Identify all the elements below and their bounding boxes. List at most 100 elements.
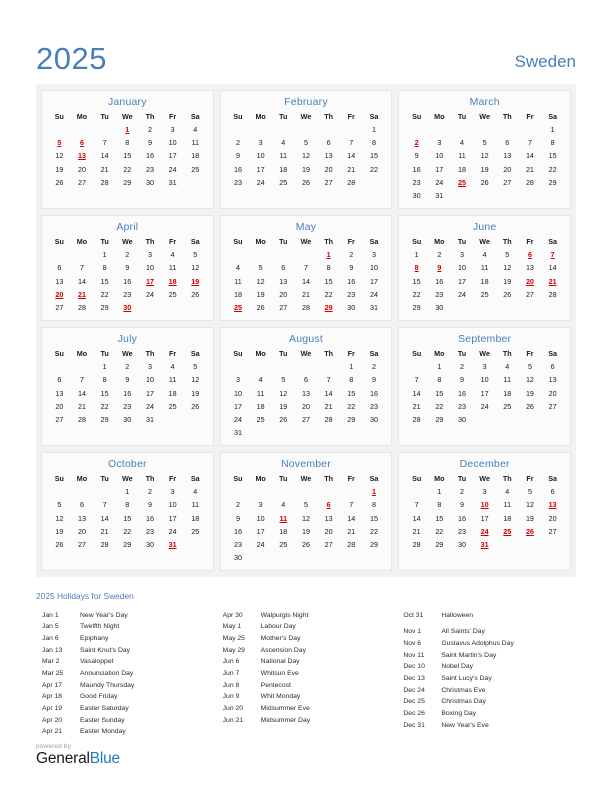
day-cell[interactable]: 18 bbox=[272, 163, 295, 176]
day-cell[interactable]: 19 bbox=[184, 386, 207, 399]
day-cell-holiday[interactable]: 1 bbox=[116, 123, 139, 136]
day-cell[interactable]: 2 bbox=[363, 360, 386, 373]
day-cell[interactable]: 4 bbox=[249, 373, 272, 386]
day-cell-holiday[interactable]: 25 bbox=[227, 301, 250, 314]
day-cell[interactable]: 2 bbox=[139, 123, 162, 136]
day-cell[interactable]: 22 bbox=[541, 163, 564, 176]
day-cell[interactable]: 28 bbox=[93, 538, 116, 551]
day-cell[interactable]: 9 bbox=[139, 498, 162, 511]
day-cell[interactable]: 22 bbox=[405, 288, 428, 301]
day-cell[interactable]: 28 bbox=[519, 176, 542, 189]
day-cell[interactable]: 17 bbox=[139, 386, 162, 399]
day-cell[interactable]: 6 bbox=[272, 261, 295, 274]
day-cell[interactable]: 1 bbox=[340, 360, 363, 373]
day-cell[interactable]: 13 bbox=[519, 261, 542, 274]
day-cell[interactable]: 24 bbox=[473, 400, 496, 413]
day-cell[interactable]: 7 bbox=[519, 136, 542, 149]
day-cell[interactable]: 30 bbox=[428, 301, 451, 314]
day-cell[interactable]: 26 bbox=[496, 288, 519, 301]
day-cell[interactable]: 18 bbox=[184, 512, 207, 525]
day-cell[interactable]: 24 bbox=[363, 288, 386, 301]
day-cell[interactable]: 30 bbox=[227, 551, 250, 564]
day-cell[interactable]: 9 bbox=[139, 136, 162, 149]
day-cell[interactable]: 4 bbox=[451, 136, 474, 149]
day-cell[interactable]: 18 bbox=[227, 288, 250, 301]
day-cell[interactable]: 22 bbox=[363, 525, 386, 538]
day-cell[interactable]: 12 bbox=[519, 498, 542, 511]
day-cell[interactable]: 29 bbox=[541, 176, 564, 189]
day-cell[interactable]: 25 bbox=[184, 163, 207, 176]
day-cell[interactable]: 26 bbox=[295, 176, 318, 189]
day-cell[interactable]: 2 bbox=[451, 485, 474, 498]
day-cell[interactable]: 8 bbox=[116, 136, 139, 149]
day-cell[interactable]: 15 bbox=[340, 386, 363, 399]
day-cell[interactable]: 30 bbox=[340, 301, 363, 314]
day-cell[interactable]: 13 bbox=[295, 386, 318, 399]
day-cell[interactable]: 24 bbox=[139, 400, 162, 413]
day-cell[interactable]: 13 bbox=[317, 149, 340, 162]
day-cell[interactable]: 10 bbox=[249, 512, 272, 525]
day-cell[interactable]: 2 bbox=[451, 360, 474, 373]
day-cell[interactable]: 7 bbox=[71, 261, 94, 274]
day-cell[interactable]: 29 bbox=[93, 301, 116, 314]
day-cell[interactable]: 7 bbox=[71, 373, 94, 386]
day-cell[interactable]: 27 bbox=[48, 413, 71, 426]
day-cell[interactable]: 27 bbox=[71, 176, 94, 189]
day-cell[interactable]: 8 bbox=[116, 498, 139, 511]
day-cell[interactable]: 17 bbox=[227, 400, 250, 413]
day-cell[interactable]: 28 bbox=[340, 176, 363, 189]
day-cell[interactable]: 15 bbox=[428, 386, 451, 399]
day-cell[interactable]: 14 bbox=[93, 149, 116, 162]
day-cell[interactable]: 23 bbox=[116, 400, 139, 413]
day-cell[interactable]: 21 bbox=[93, 163, 116, 176]
day-cell[interactable]: 14 bbox=[519, 149, 542, 162]
day-cell[interactable]: 3 bbox=[161, 485, 184, 498]
day-cell[interactable]: 16 bbox=[227, 525, 250, 538]
day-cell-holiday[interactable]: 29 bbox=[317, 301, 340, 314]
day-cell[interactable]: 16 bbox=[139, 149, 162, 162]
day-cell[interactable]: 12 bbox=[473, 149, 496, 162]
day-cell[interactable]: 3 bbox=[249, 136, 272, 149]
day-cell[interactable]: 6 bbox=[541, 360, 564, 373]
day-cell[interactable]: 3 bbox=[139, 248, 162, 261]
day-cell[interactable]: 8 bbox=[363, 498, 386, 511]
day-cell[interactable]: 30 bbox=[405, 189, 428, 202]
day-cell[interactable]: 3 bbox=[139, 360, 162, 373]
day-cell[interactable]: 1 bbox=[428, 360, 451, 373]
day-cell[interactable]: 12 bbox=[272, 386, 295, 399]
day-cell[interactable]: 27 bbox=[317, 176, 340, 189]
day-cell[interactable]: 27 bbox=[317, 538, 340, 551]
day-cell[interactable]: 29 bbox=[116, 176, 139, 189]
day-cell[interactable]: 21 bbox=[295, 288, 318, 301]
day-cell[interactable]: 26 bbox=[295, 538, 318, 551]
day-cell[interactable]: 30 bbox=[116, 413, 139, 426]
day-cell[interactable]: 24 bbox=[451, 288, 474, 301]
day-cell[interactable]: 5 bbox=[184, 248, 207, 261]
day-cell[interactable]: 6 bbox=[48, 261, 71, 274]
day-cell[interactable]: 30 bbox=[363, 413, 386, 426]
day-cell[interactable]: 18 bbox=[249, 400, 272, 413]
day-cell[interactable]: 23 bbox=[363, 400, 386, 413]
day-cell[interactable]: 11 bbox=[161, 261, 184, 274]
day-cell[interactable]: 13 bbox=[48, 386, 71, 399]
day-cell-holiday[interactable]: 17 bbox=[139, 275, 162, 288]
day-cell-holiday[interactable]: 19 bbox=[184, 275, 207, 288]
day-cell[interactable]: 28 bbox=[71, 301, 94, 314]
day-cell[interactable]: 16 bbox=[451, 512, 474, 525]
day-cell[interactable]: 18 bbox=[161, 386, 184, 399]
day-cell[interactable]: 28 bbox=[541, 288, 564, 301]
day-cell[interactable]: 28 bbox=[317, 413, 340, 426]
day-cell[interactable]: 9 bbox=[451, 373, 474, 386]
day-cell[interactable]: 27 bbox=[541, 525, 564, 538]
day-cell[interactable]: 26 bbox=[519, 400, 542, 413]
day-cell[interactable]: 14 bbox=[93, 512, 116, 525]
day-cell[interactable]: 5 bbox=[295, 136, 318, 149]
day-cell-holiday[interactable]: 20 bbox=[519, 275, 542, 288]
day-cell[interactable]: 9 bbox=[340, 261, 363, 274]
day-cell[interactable]: 18 bbox=[272, 525, 295, 538]
day-cell[interactable]: 22 bbox=[116, 525, 139, 538]
day-cell[interactable]: 11 bbox=[249, 386, 272, 399]
day-cell[interactable]: 12 bbox=[249, 275, 272, 288]
day-cell[interactable]: 23 bbox=[451, 525, 474, 538]
day-cell[interactable]: 16 bbox=[428, 275, 451, 288]
